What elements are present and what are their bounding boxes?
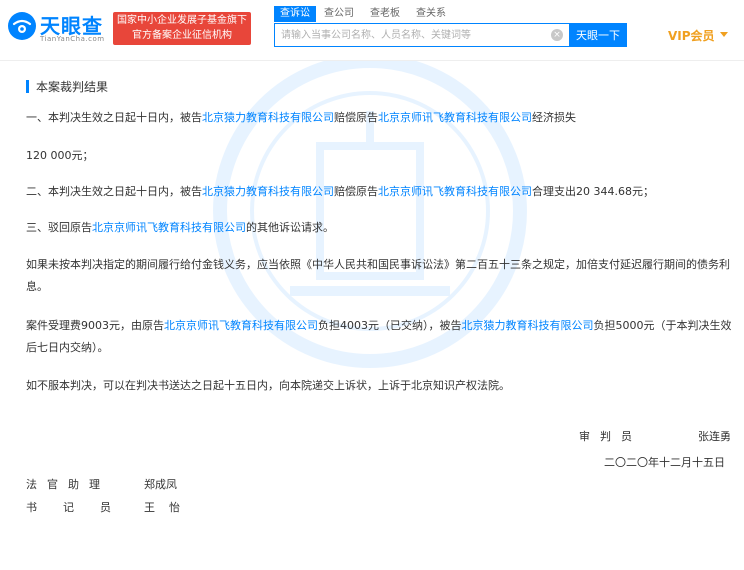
section-title-text: 本案裁判结果 [36,80,109,94]
logo-subtitle: TianYanCha.com [40,35,105,43]
search-box: × [274,23,570,47]
late-payment-clause: 如果未按本判决指定的期间履行给付金钱义务，应当依照《中华人民共和国民事诉讼法》第… [26,258,730,293]
tab-relation[interactable]: 查关系 [410,6,452,22]
text-span: 案件受理费9003元，由原告 [26,319,164,332]
eye-logo-icon [8,12,36,40]
judge-name: 张连勇 [698,430,731,443]
official-badge: 国家中小企业发展子基金旗下 官方备案企业征信机构 [113,12,251,45]
text-span: 二、本判决生效之日起十日内，被告 [26,185,202,198]
search-input[interactable] [281,26,543,44]
clear-icon[interactable]: × [551,29,563,41]
judge-role: 审判员 [579,430,642,443]
text-span: 三、驳回原告 [26,221,92,234]
company-link-defendant[interactable]: 北京猿力教育科技有限公司 [202,185,334,198]
tab-lawsuit[interactable]: 查诉讼 [274,6,316,22]
assistant-name: 郑成凤 [144,478,177,491]
appeal-clause: 如不服本判决，可以在判决书送达之日起十五日内，向本院递交上诉状，上诉于北京知识产… [26,379,510,392]
text-span: 赔偿原告 [334,111,378,124]
company-link-defendant[interactable]: 北京猿力教育科技有限公司 [202,111,334,124]
text-span: 经济损失 [532,111,576,124]
search-button[interactable]: 天眼一下 [569,23,627,47]
company-link-plaintiff[interactable]: 北京京师讯飞教育科技有限公司 [378,185,532,198]
clerk-role: 书记员 [26,501,137,514]
company-link-plaintiff[interactable]: 北京京师讯飞教育科技有限公司 [378,111,532,124]
section-title-bar [26,80,29,93]
badge-line-2: 官方备案企业征信机构 [132,30,232,41]
verdict-item-1: 一、本判决生效之日起十日内，被告北京猿力教育科技有限公司赔偿原告北京京师讯飞教育… [26,107,736,129]
verdict-date: 二〇二〇年十二月十五日 [604,456,725,469]
company-link-defendant[interactable]: 北京猿力教育科技有限公司 [462,319,594,332]
assistant-role: 法官助理 [26,478,110,491]
company-link-plaintiff[interactable]: 北京京师讯飞教育科技有限公司 [164,319,318,332]
top-header: 天眼查 TianYanCha.com 国家中小企业发展子基金旗下 官方备案企业征… [0,0,744,61]
company-link-plaintiff[interactable]: 北京京师讯飞教育科技有限公司 [92,221,246,234]
text-span: 一、本判决生效之日起十日内，被告 [26,111,202,124]
tianyancha-logo[interactable]: 天眼查 TianYanCha.com [6,8,106,48]
clerk-name: 王怡 [144,501,194,514]
badge-line-1: 国家中小企业发展子基金旗下 [117,15,247,26]
vip-member-link[interactable]: VIP会员 [668,27,715,44]
caret-down-icon[interactable] [720,32,728,37]
tab-company[interactable]: 查公司 [318,6,360,22]
verdict-item-1-amount: 120 000元； [26,149,94,162]
text-span: 负担4003元（已交纳），被告 [318,319,462,332]
text-span: 合理支出20 344.68元； [532,185,654,198]
text-span: 赔偿原告 [334,185,378,198]
tab-boss[interactable]: 查老板 [364,6,406,22]
verdict-item-2: 二、本判决生效之日起十日内，被告北京猿力教育科技有限公司赔偿原告北京京师讯飞教育… [26,181,736,203]
verdict-item-3: 三、驳回原告北京京师讯飞教育科技有限公司的其他诉讼请求。 [26,217,736,239]
case-fee-clause: 案件受理费9003元，由原告北京京师讯飞教育科技有限公司负担4003元（已交纳）… [26,315,736,359]
verdict-content: 本案裁判结果 一、本判决生效之日起十日内，被告北京猿力教育科技有限公司赔偿原告北… [0,61,744,570]
text-span: 的其他诉讼请求。 [246,221,334,234]
